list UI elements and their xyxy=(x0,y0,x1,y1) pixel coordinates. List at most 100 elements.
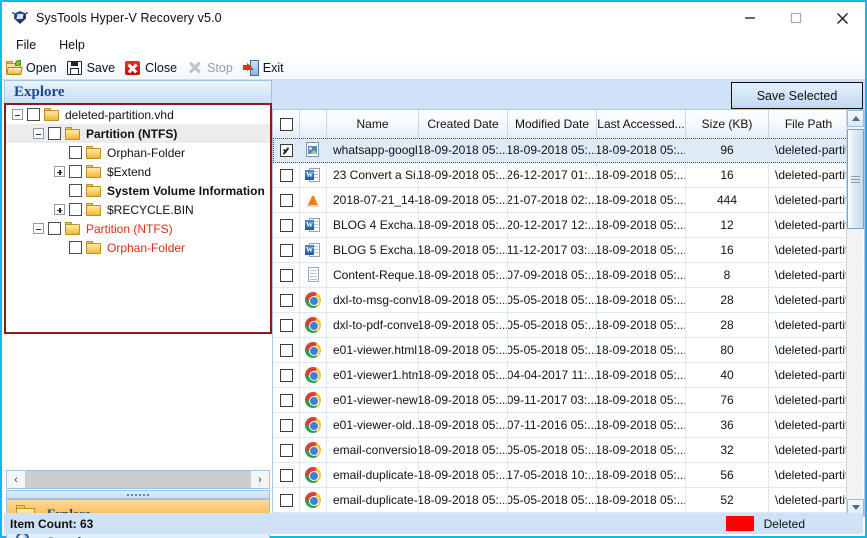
close-button[interactable] xyxy=(819,2,865,34)
row-checkbox[interactable] xyxy=(280,244,293,257)
collapse-icon[interactable] xyxy=(33,223,44,234)
tree-node[interactable]: Partition (NTFS) xyxy=(6,219,270,238)
column-header-accessed[interactable]: Last Accessed... xyxy=(597,110,686,138)
row-checkbox[interactable] xyxy=(280,194,293,207)
tree-node-checkbox[interactable] xyxy=(69,146,82,159)
cell-text: 18-09-2018 05:... xyxy=(597,318,686,332)
row-checkbox[interactable] xyxy=(280,319,293,332)
table-row[interactable]: e01-viewer-new...18-09-2018 05:...09-11-… xyxy=(273,388,864,413)
cell-accessed: 18-09-2018 05:... xyxy=(597,463,686,487)
minimize-button[interactable] xyxy=(727,2,773,34)
tree-node[interactable]: $Extend xyxy=(6,162,270,181)
row-file-icon-cell: W xyxy=(300,163,327,187)
cell-accessed: 18-09-2018 05:... xyxy=(597,138,686,162)
row-checkbox[interactable] xyxy=(280,169,293,182)
toolbar-close[interactable]: Close xyxy=(121,57,183,79)
table-row[interactable]: e01-viewer-old....18-09-2018 05:...07-11… xyxy=(273,413,864,438)
cell-text: 05-05-2018 05:... xyxy=(508,443,597,457)
cell-text: 444 xyxy=(717,193,737,207)
row-checkbox[interactable] xyxy=(280,219,293,232)
tree-node[interactable]: Orphan-Folder xyxy=(6,238,270,257)
column-header-check[interactable] xyxy=(273,110,300,138)
column-header-modified[interactable]: Modified Date xyxy=(508,110,597,138)
tree-node-checkbox[interactable] xyxy=(27,108,40,121)
row-checkbox[interactable] xyxy=(280,394,293,407)
row-checkbox[interactable] xyxy=(280,294,293,307)
collapse-icon[interactable] xyxy=(33,128,44,139)
cell-accessed: 18-09-2018 05:... xyxy=(597,413,686,437)
column-header-icon[interactable] xyxy=(300,110,327,138)
maximize-button[interactable] xyxy=(773,2,819,34)
table-row[interactable]: email-duplicate-...18-09-2018 05:...05-0… xyxy=(273,488,864,513)
tree-node[interactable]: System Volume Information xyxy=(6,181,270,200)
scrollbar-thumb[interactable] xyxy=(847,129,864,229)
tree-horizontal-scrollbar[interactable]: ‹ › xyxy=(6,470,270,489)
table-row[interactable]: email-conversio...18-09-2018 05:...05-05… xyxy=(273,438,864,463)
row-file-icon-cell xyxy=(300,338,327,362)
cell-text: 18-09-2018 05:... xyxy=(597,393,686,407)
window-title: SysTools Hyper-V Recovery v5.0 xyxy=(36,11,222,25)
table-row[interactable]: e01-viewer.html18-09-2018 05:...05-05-20… xyxy=(273,338,864,363)
table-row[interactable]: WBLOG 4 Excha...18-09-2018 05:...20-12-2… xyxy=(273,213,864,238)
column-header-created[interactable]: Created Date xyxy=(419,110,508,138)
row-checkbox[interactable] xyxy=(280,344,293,357)
table-row[interactable]: 2018-07-21_14-...18-09-2018 05:...21-07-… xyxy=(273,188,864,213)
row-checkbox[interactable] xyxy=(280,419,293,432)
table-row[interactable]: dxl-to-msg-conv...18-09-2018 05:...05-05… xyxy=(273,288,864,313)
cell-path: \deleted-partitio... xyxy=(769,138,849,162)
scroll-up-button[interactable] xyxy=(847,110,864,127)
menu-file[interactable]: File xyxy=(7,36,45,54)
tree-node[interactable]: Partition (NTFS) xyxy=(6,124,270,143)
folder-tree[interactable]: deleted-partition.vhdPartition (NTFS)Orp… xyxy=(4,103,272,334)
panel-splitter[interactable] xyxy=(6,490,270,499)
toolbar-exit[interactable]: Exit xyxy=(239,57,290,79)
tree-node[interactable]: deleted-partition.vhd xyxy=(6,105,270,124)
row-checkbox[interactable] xyxy=(280,469,293,482)
cell-text: 18-09-2018 05:... xyxy=(419,393,508,407)
table-row[interactable]: W23 Convert a Si...18-09-2018 05:...26-1… xyxy=(273,163,864,188)
toolbar-open[interactable]: Open xyxy=(2,57,63,79)
cell-text: email-duplicate-... xyxy=(333,468,419,482)
expand-icon[interactable] xyxy=(54,166,65,177)
cell-accessed: 18-09-2018 05:... xyxy=(597,163,686,187)
hscroll-left-button[interactable]: ‹ xyxy=(7,471,25,488)
row-checkbox[interactable] xyxy=(280,269,293,282)
table-row[interactable]: WBLOG 5 Excha...18-09-2018 05:...11-12-2… xyxy=(273,238,864,263)
tree-node-checkbox[interactable] xyxy=(69,165,82,178)
hscroll-track[interactable] xyxy=(25,471,251,488)
tree-node-checkbox[interactable] xyxy=(69,184,82,197)
hscroll-thumb[interactable] xyxy=(25,471,251,488)
tree-node-checkbox[interactable] xyxy=(69,203,82,216)
menu-help[interactable]: Help xyxy=(50,36,94,54)
cell-text: 18-09-2018 05:... xyxy=(597,218,686,232)
row-checkbox[interactable] xyxy=(280,369,293,382)
save-selected-button[interactable]: Save Selected xyxy=(731,82,863,109)
select-all-checkbox[interactable] xyxy=(280,118,293,131)
column-header-size[interactable]: Size (KB) xyxy=(686,110,769,138)
tree-node[interactable]: $RECYCLE.BIN xyxy=(6,200,270,219)
row-checkbox[interactable] xyxy=(280,444,293,457)
column-header-name[interactable]: Name xyxy=(327,110,419,138)
tree-node-checkbox[interactable] xyxy=(48,127,61,140)
table-row[interactable]: whatsapp-googl...18-09-2018 05:...18-09-… xyxy=(273,138,864,163)
grid-vertical-scrollbar[interactable] xyxy=(846,110,863,516)
row-checkbox[interactable] xyxy=(280,144,293,157)
tree-node-checkbox[interactable] xyxy=(48,222,61,235)
collapse-icon[interactable] xyxy=(12,109,23,120)
tree-node[interactable]: Orphan-Folder xyxy=(6,143,270,162)
row-checkbox[interactable] xyxy=(280,494,293,507)
toolbar-save[interactable]: Save xyxy=(63,57,122,79)
column-header-path[interactable]: File Path xyxy=(769,110,849,138)
expand-icon[interactable] xyxy=(54,204,65,215)
table-row[interactable]: dxl-to-pdf-conve...18-09-2018 05:...05-0… xyxy=(273,313,864,338)
tree-node-checkbox[interactable] xyxy=(69,241,82,254)
hscroll-right-button[interactable]: › xyxy=(251,471,269,488)
column-header-label: Last Accessed... xyxy=(597,117,684,131)
cell-text: 05-05-2018 05:... xyxy=(508,343,597,357)
table-row[interactable]: email-duplicate-...18-09-2018 05:...17-0… xyxy=(273,463,864,488)
table-row[interactable]: Content-Reque...18-09-2018 05:...07-09-2… xyxy=(273,263,864,288)
toolbar-stop[interactable]: Stop xyxy=(183,57,239,79)
table-row[interactable]: e01-viewer1.html18-09-2018 05:...04-04-2… xyxy=(273,363,864,388)
row-file-icon-cell xyxy=(300,438,327,462)
cell-created: 18-09-2018 05:... xyxy=(419,413,508,437)
